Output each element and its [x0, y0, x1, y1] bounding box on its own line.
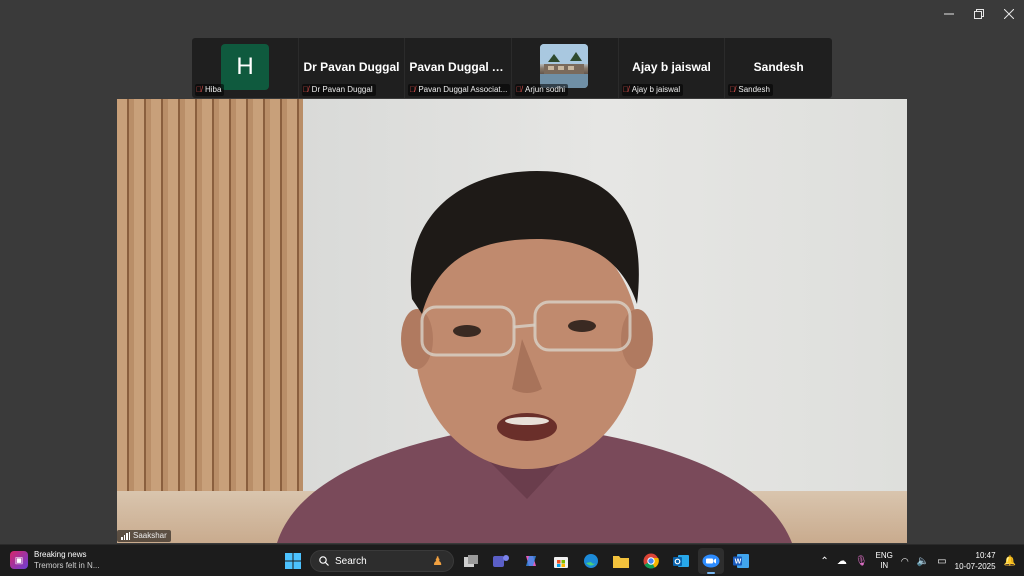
minimize-button[interactable]	[934, 0, 964, 28]
mic-muted-icon: 🎙̸	[196, 85, 202, 94]
main-video[interactable]	[117, 99, 907, 543]
task-view-icon	[464, 555, 478, 567]
edge-app[interactable]	[578, 548, 604, 574]
start-button[interactable]	[280, 548, 306, 574]
close-button[interactable]	[994, 0, 1024, 28]
participant-tile-dr-pavan-duggal[interactable]: Dr Pavan Duggal 🎙̸ Dr Pavan Duggal	[299, 38, 406, 98]
windows-icon	[285, 553, 301, 569]
participant-tile-arjun-sodhi[interactable]: 🎙̸ Arjun sodhi	[512, 38, 619, 98]
mic-muted-icon: 🎙̸	[409, 85, 416, 94]
notification-icon[interactable]: 🔔	[1004, 556, 1016, 567]
mic-muted-icon: 🎙̸	[729, 85, 736, 94]
participant-label: 🎙̸ Pavan Duggal Associat...	[408, 84, 511, 96]
edge-icon	[584, 554, 598, 568]
chevron-up-icon[interactable]: ⌃	[820, 556, 828, 567]
participant-display-name: Sandesh	[753, 60, 804, 74]
search-highlight-icon: ♟	[432, 554, 443, 568]
participant-label: 🎙̸ Dr Pavan Duggal	[301, 84, 376, 96]
region-code: IN	[880, 561, 889, 570]
wifi-icon[interactable]: ◠	[901, 556, 909, 567]
participant-label: 🎙̸ Hiba	[195, 84, 225, 96]
landscape-photo-icon	[540, 44, 589, 88]
language-code: ENG	[875, 551, 893, 560]
participant-name: Arjun sodhi	[525, 85, 566, 94]
microphone-icon[interactable]: 🎙	[855, 556, 868, 567]
participants-strip: H 🎙̸ Hiba Dr Pavan Duggal 🎙̸ Dr Pavan Du…	[192, 38, 832, 98]
clock-time: 10:47	[975, 551, 996, 560]
mic-muted-icon: 🎙̸	[516, 85, 523, 94]
copilot-app[interactable]	[518, 548, 544, 574]
participant-label: 🎙̸ Ajay b jaiswal	[621, 84, 684, 96]
participant-label: 🎙̸ Sandesh	[728, 84, 773, 96]
participant-name: Ajay b jaiswal	[631, 85, 681, 94]
minimize-icon	[944, 13, 954, 15]
language-indicator[interactable]: ENG IN	[876, 551, 893, 571]
participant-tile-hiba[interactable]: H 🎙̸ Hiba	[192, 38, 299, 98]
teams-app[interactable]	[488, 548, 514, 574]
taskbar-search[interactable]: ♟	[310, 550, 454, 572]
clock-date: 10-07-2025	[954, 562, 996, 571]
avatar: H	[221, 44, 269, 90]
clock[interactable]: 10:47 10-07-2025	[955, 550, 996, 572]
participant-display-name: Pavan Duggal A...	[409, 60, 511, 74]
participant-display-name: Ajay b jaiswal	[632, 60, 711, 74]
outlook-icon	[673, 555, 689, 567]
chrome-app[interactable]	[638, 548, 664, 574]
news-widget[interactable]: ▣ Breaking news Tremors felt in N...	[10, 549, 100, 571]
taskbar-apps: ♟ W	[280, 548, 754, 574]
battery-icon[interactable]: ▭	[937, 556, 946, 567]
window-controls	[934, 0, 1024, 28]
svg-text:W: W	[735, 559, 742, 566]
word-app[interactable]: W	[728, 548, 754, 574]
cloud-icon[interactable]: ☁	[837, 556, 847, 567]
participant-label: 🎙̸ Arjun sodhi	[515, 84, 569, 96]
speaker-video-figure	[277, 171, 792, 543]
participant-tile-sandesh[interactable]: Sandesh 🎙̸ Sandesh	[725, 38, 832, 98]
restore-icon	[974, 9, 984, 19]
file-explorer-app[interactable]	[608, 548, 634, 574]
speaker-name: Saakshar	[133, 531, 167, 540]
participant-photo	[540, 44, 589, 88]
search-icon	[319, 556, 329, 566]
task-view-button[interactable]	[458, 548, 484, 574]
store-icon	[554, 557, 568, 568]
search-input[interactable]	[335, 555, 415, 567]
mic-muted-icon: 🎙̸	[302, 85, 309, 94]
store-app[interactable]	[548, 548, 574, 574]
news-subtitle: Tremors felt in N...	[34, 561, 100, 570]
copilot-icon	[526, 556, 536, 566]
participant-tile-ajay-b-jaiswal[interactable]: Ajay b jaiswal 🎙̸ Ajay b jaiswal	[619, 38, 726, 98]
participant-name: Sandesh	[738, 85, 770, 94]
signal-strength-icon	[121, 532, 130, 540]
zoom-app[interactable]	[698, 548, 724, 574]
close-icon	[1004, 9, 1014, 19]
zoom-icon	[702, 554, 720, 568]
teams-icon	[493, 555, 509, 567]
speaker-name-tag: Saakshar	[117, 530, 171, 542]
participant-name: Hiba	[205, 85, 222, 94]
chrome-icon	[643, 553, 659, 569]
participant-tile-pavan-duggal-associates[interactable]: Pavan Duggal A... 🎙̸ Pavan Duggal Associ…	[405, 38, 513, 98]
participant-name: Pavan Duggal Associat...	[418, 85, 508, 94]
taskbar: ▣ Breaking news Tremors felt in N... ♟	[0, 544, 1024, 576]
participant-display-name: Dr Pavan Duggal	[303, 60, 400, 74]
word-icon: W	[733, 554, 749, 568]
system-tray: ⌃ ☁ 🎙 ENG IN ◠ 🔈 ▭ 10:47 10-07-2025 🔔	[820, 549, 1016, 573]
news-icon: ▣	[10, 551, 28, 569]
outlook-app[interactable]	[668, 548, 694, 574]
participant-name: Dr Pavan Duggal	[311, 85, 373, 94]
news-title: Breaking news	[34, 550, 87, 559]
folder-icon	[613, 556, 629, 568]
restore-button[interactable]	[964, 0, 994, 28]
mic-muted-icon: 🎙̸	[622, 85, 629, 94]
volume-icon[interactable]: 🔈	[917, 556, 929, 567]
